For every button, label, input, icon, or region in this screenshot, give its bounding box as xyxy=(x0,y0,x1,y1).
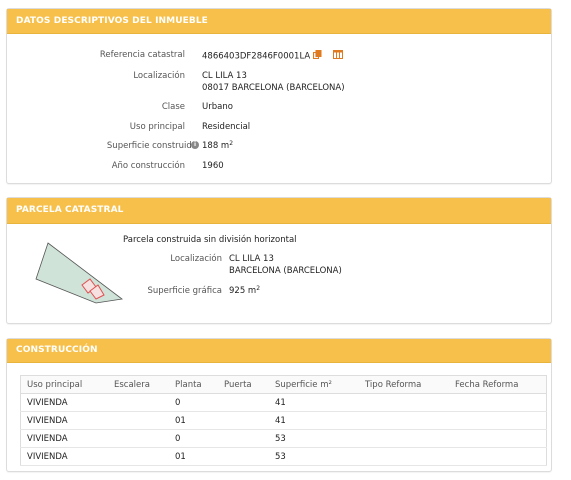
cell-escalera xyxy=(108,393,169,412)
cell-tipo-reforma xyxy=(359,393,449,412)
localizacion-line2: 08017 BARCELONA (BARCELONA) xyxy=(202,83,345,93)
clase-label: Clase xyxy=(161,102,185,112)
parcela-localizacion-label: Localización xyxy=(170,254,222,264)
referencia-value: 4866403DF2846F0001LA xyxy=(202,50,343,62)
cell-fecha-reforma xyxy=(449,429,547,448)
superficie-unit-exponent: 2 xyxy=(229,140,234,147)
cell-escalera xyxy=(108,411,169,430)
cell-fecha-reforma xyxy=(449,393,547,412)
cell-puerta xyxy=(218,447,269,466)
map-icon[interactable] xyxy=(332,50,343,62)
cell-planta: 0 xyxy=(169,393,218,412)
superficie-construida-label: Superficie construida xyxy=(107,141,197,151)
col-puerta: Puerta xyxy=(218,375,269,394)
cell-uso: VIVIENDA xyxy=(20,393,108,412)
construccion-title: CONSTRUCCIÓN xyxy=(7,339,551,363)
uso-principal-label: Uso principal xyxy=(129,122,185,132)
anio-construccion-value: 1960 xyxy=(202,161,224,171)
table-header-row: Uso principal Escalera Planta Puerta Sup… xyxy=(20,375,547,394)
cell-fecha-reforma xyxy=(449,411,547,430)
parcel-map-image[interactable] xyxy=(34,241,124,311)
cell-uso: VIVIENDA xyxy=(20,429,108,448)
cell-puerta xyxy=(218,393,269,412)
cell-superficie: 53 xyxy=(269,429,359,448)
cell-uso: VIVIENDA xyxy=(20,447,108,466)
localizacion-label: Localización xyxy=(133,71,185,81)
superficie-grafica-label: Superficie gráfica xyxy=(147,286,222,296)
cell-fecha-reforma xyxy=(449,447,547,466)
table-row: VIVIENDA 01 41 xyxy=(20,411,547,430)
clase-value: Urbano xyxy=(202,102,233,112)
parcela-catastral-panel: PARCELA CATASTRAL Parcela construida sin… xyxy=(6,197,552,324)
anio-construccion-label: Año construcción xyxy=(111,161,185,171)
cell-superficie: 41 xyxy=(269,411,359,430)
cell-planta: 0 xyxy=(169,429,218,448)
localizacion-line1: CL LILA 13 xyxy=(202,71,247,81)
parcela-description: Parcela construida sin división horizont… xyxy=(123,235,297,245)
cell-puerta xyxy=(218,411,269,430)
cell-escalera xyxy=(108,447,169,466)
cell-escalera xyxy=(108,429,169,448)
cell-planta: 01 xyxy=(169,447,218,466)
col-tipo-reforma: Tipo Reforma xyxy=(359,375,449,394)
copy-icon[interactable] xyxy=(312,50,322,62)
parcela-catastral-title: PARCELA CATASTRAL xyxy=(7,198,551,224)
cell-planta: 01 xyxy=(169,411,218,430)
cell-uso: VIVIENDA xyxy=(20,411,108,430)
info-icon[interactable]: i xyxy=(191,141,199,149)
uso-principal-value: Residencial xyxy=(202,122,251,132)
referencia-label: Referencia catastral xyxy=(99,50,185,60)
cell-superficie: 53 xyxy=(269,447,359,466)
superficie-construida-number: 188 m xyxy=(202,141,230,151)
superficie-grafica-number: 925 m xyxy=(229,286,257,296)
parcela-localizacion-line2: BARCELONA (BARCELONA) xyxy=(229,266,342,276)
table-row: VIVIENDA 01 53 xyxy=(20,447,547,466)
table-row: VIVIENDA 0 41 xyxy=(20,393,547,412)
table-row: VIVIENDA 0 53 xyxy=(20,429,547,448)
construccion-panel: CONSTRUCCIÓN Uso principal Escalera Plan… xyxy=(6,338,552,472)
datos-descriptivos-title: DATOS DESCRIPTIVOS DEL INMUEBLE xyxy=(7,9,551,34)
parcela-localizacion-line1: CL LILA 13 xyxy=(229,254,274,264)
col-escalera: Escalera xyxy=(108,375,169,394)
construccion-table: Uso principal Escalera Planta Puerta Sup… xyxy=(20,375,547,466)
cell-tipo-reforma xyxy=(359,429,449,448)
superficie-construida-text: Superficie construida xyxy=(106,141,197,151)
cell-puerta xyxy=(218,429,269,448)
col-uso-principal: Uso principal xyxy=(20,375,108,394)
col-planta: Planta xyxy=(169,375,218,394)
cell-tipo-reforma xyxy=(359,447,449,466)
superficie-grafica-value: 925 m2 xyxy=(229,285,261,296)
superficie-grafica-exponent: 2 xyxy=(256,285,261,292)
cell-tipo-reforma xyxy=(359,411,449,430)
col-superficie: Superficie m² xyxy=(269,375,359,394)
col-fecha-reforma: Fecha Reforma xyxy=(449,375,547,394)
referencia-text[interactable]: 4866403DF2846F0001LA xyxy=(202,52,310,62)
superficie-construida-value: 188 m2 xyxy=(202,140,234,151)
datos-descriptivos-panel: DATOS DESCRIPTIVOS DEL INMUEBLE Referenc… xyxy=(6,8,552,184)
cell-superficie: 41 xyxy=(269,393,359,412)
